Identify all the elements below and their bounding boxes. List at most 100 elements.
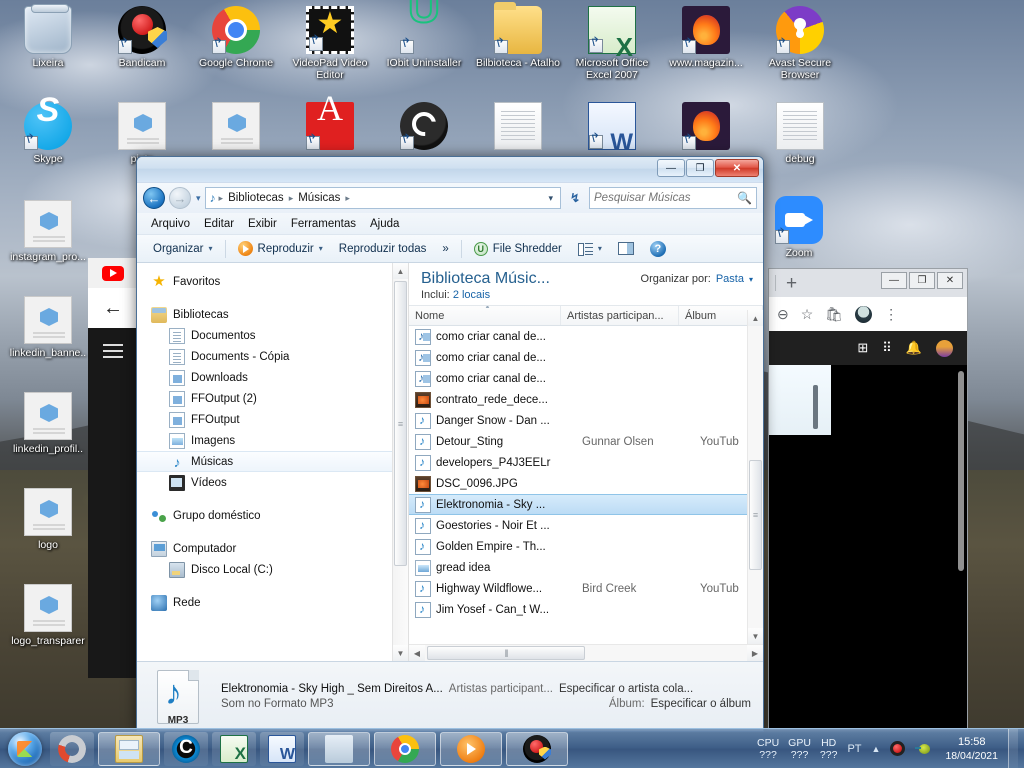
menu-item-editar[interactable]: Editar	[204, 218, 234, 230]
desktop-icon-zoom[interactable]: Zoom	[753, 196, 845, 259]
table-row[interactable]: como criar canal de...	[409, 326, 763, 347]
desktop-icon-row2-7[interactable]	[660, 102, 752, 153]
scroll-up-arrow-icon[interactable]: ▲	[748, 310, 763, 326]
menu-item-ferramentas[interactable]: Ferramentas	[291, 218, 356, 230]
language-indicator[interactable]: PT	[847, 743, 861, 755]
desktop-icon-videopad-video-editor[interactable]: VideoPad Video Editor	[284, 6, 376, 81]
windows-explorer-window[interactable]: — ❐ ✕ ← → ▾ ♪ ▸ Bibliotecas ▸ Músicas ▸ …	[136, 156, 764, 732]
scroll-right-arrow-icon[interactable]: ▶	[747, 645, 763, 661]
address-bar[interactable]: ♪ ▸ Bibliotecas ▸ Músicas ▸ ▾	[204, 187, 561, 209]
explorer-titlebar[interactable]: — ❐ ✕	[137, 157, 763, 183]
hamburger-menu-icon[interactable]	[88, 328, 138, 374]
desktop-icon-row2-6[interactable]	[566, 102, 658, 153]
file-list-scrollbar[interactable]: ▲ ▼	[747, 310, 763, 644]
word-taskbar-button[interactable]	[260, 731, 304, 766]
chrome-taskbar-button[interactable]	[374, 731, 436, 766]
sidebar-item-rede[interactable]: Rede	[137, 592, 408, 613]
sidebar-item-m-sicas[interactable]: ♪ Músicas	[137, 451, 408, 472]
search-input[interactable]	[594, 192, 738, 204]
sidebar-item-ffoutput[interactable]: FFOutput	[137, 409, 408, 430]
desktop-icon-instagram-pro[interactable]: instagram_pro...	[2, 200, 94, 263]
apps-grid-icon[interactable]: ⠿	[882, 340, 892, 356]
desktop-icon-row2-5[interactable]	[472, 102, 564, 153]
chevron-down-icon[interactable]: ▾	[749, 275, 753, 284]
desktop-icon-row2-8[interactable]: debug	[754, 102, 846, 165]
sidebar-item-favoritos[interactable]: ★ Favoritos	[137, 271, 408, 292]
back-icon[interactable]: ←	[88, 288, 138, 328]
show-hidden-icons-caret[interactable]: ▲	[872, 744, 881, 754]
organize-by-value[interactable]: Pasta	[716, 273, 744, 285]
scrollbar-thumb[interactable]	[394, 281, 407, 566]
organizar-button[interactable]: Organizar ▾	[145, 240, 221, 258]
forward-button[interactable]: →	[169, 187, 191, 209]
scroll-down-arrow-icon[interactable]: ▼	[393, 645, 408, 661]
desktop-icon-lixeira[interactable]: Lixeira	[2, 4, 94, 69]
breadcrumb-bibliotecas[interactable]: Bibliotecas	[226, 192, 286, 204]
table-row[interactable]: gread idea	[409, 557, 763, 578]
desktop-icon-row2-3[interactable]	[284, 102, 376, 153]
table-row[interactable]: DSC_0096.JPG	[409, 473, 763, 494]
bug-tray-icon[interactable]	[915, 742, 933, 756]
sidebar-item-disco-local[interactable]: Disco Local (C:)	[137, 559, 408, 580]
desktop-icon-linkedin-banne[interactable]: linkedin_banne..	[2, 296, 94, 359]
record-indicator-icon[interactable]	[890, 741, 906, 756]
profile-avatar-icon[interactable]	[855, 305, 873, 323]
breadcrumb-musicas[interactable]: Músicas	[296, 192, 342, 204]
navigation-pane-scrollbar[interactable]: ▲ ▼	[392, 263, 408, 661]
sidebar-item-grupo-domestico[interactable]: Grupo doméstico	[137, 505, 408, 526]
excel-taskbar-button[interactable]	[212, 731, 256, 766]
sidebar-item-downloads[interactable]: Downloads	[137, 367, 408, 388]
notifications-bell-icon[interactable]: 🔔	[906, 340, 922, 356]
desktop-icon-avast-secure-browser[interactable]: Avast Secure Browser	[754, 6, 846, 81]
youtube-window-strip[interactable]: ←	[88, 258, 138, 678]
bookmark-star-icon[interactable]: ☆	[801, 306, 814, 323]
sidebar-item-imagens[interactable]: Imagens	[137, 430, 408, 451]
account-avatar-icon[interactable]	[936, 339, 953, 357]
menu-item-exibir[interactable]: Exibir	[248, 218, 277, 230]
sidebar-item-documents-c-pia[interactable]: Documents - Cópia	[137, 346, 408, 367]
scroll-left-arrow-icon[interactable]: ◀	[409, 645, 425, 661]
clock[interactable]: 15:58 18/04/2021	[943, 735, 998, 763]
desktop-icon-iobit-uninstaller[interactable]: IObit Uninstaller	[378, 2, 470, 69]
maximize-button[interactable]: ❐	[686, 159, 714, 177]
scrollbar-thumb[interactable]	[749, 460, 762, 570]
scroll-down-arrow-icon[interactable]: ▼	[748, 628, 763, 644]
horizontal-scrollbar-thumb[interactable]	[427, 646, 585, 660]
table-row[interactable]: Goestories - Noir Et ...	[409, 515, 763, 536]
recent-pages-caret-icon[interactable]: ▾	[196, 193, 201, 204]
bandicam-taskbar-button[interactable]	[506, 731, 568, 766]
desktop-icon-row2-4[interactable]	[378, 102, 470, 153]
column-header-nome[interactable]: Nome	[409, 306, 561, 325]
toolbar-overflow-button[interactable]: »	[434, 240, 456, 258]
file-rows[interactable]: como criar canal de... como criar canal d…	[409, 326, 763, 644]
reproduzir-todas-button[interactable]: Reproduzir todas	[331, 240, 435, 258]
table-row[interactable]: como criar canal de...	[409, 347, 763, 368]
back-button[interactable]: ←	[143, 187, 165, 209]
file-list-horizontal-scrollbar[interactable]: ◀ ▶	[409, 644, 763, 661]
table-row[interactable]: developers_P4J3EELr	[409, 452, 763, 473]
minimize-button[interactable]: —	[657, 159, 685, 177]
create-video-icon[interactable]: ⊞	[857, 340, 868, 356]
preview-pane-button[interactable]	[610, 239, 642, 258]
file-shredder-button[interactable]: U File Shredder	[466, 239, 570, 259]
desktop-icon-bandicam[interactable]: Bandicam	[96, 6, 188, 69]
sidebar-item-documentos[interactable]: Documentos	[137, 325, 408, 346]
zoom-out-icon[interactable]: ⊖	[777, 306, 789, 323]
new-tab-button[interactable]: +	[786, 274, 797, 293]
refresh-button[interactable]: ↯	[565, 187, 585, 209]
close-button[interactable]: ✕	[715, 159, 759, 177]
desktop-icon-www-magazin[interactable]: www.magazin...	[660, 6, 752, 69]
search-box[interactable]: 🔍	[589, 187, 757, 209]
sidebar-item-ffoutput-2[interactable]: FFOutput (2)	[137, 388, 408, 409]
organize-by-control[interactable]: Organizar por: Pasta ▾	[641, 269, 753, 285]
desktop-icon-bilbioteca-atalho[interactable]: Bilbioteca - Atalho	[472, 2, 564, 69]
table-row[interactable]: Elektronomia - Sky ...	[409, 494, 763, 515]
chrome-browser-window[interactable]: + — ❐ ✕ ⊖ ☆ 🛍 ⋮ ⊞ ⠿ 🔔	[768, 268, 968, 730]
address-dropdown-caret-icon[interactable]: ▾	[548, 193, 556, 204]
table-row[interactable]: Danger Snow - Dan ...	[409, 410, 763, 431]
show-desktop-button[interactable]	[1008, 728, 1018, 768]
table-row[interactable]: Detour_StingGunnar OlsenYouTub	[409, 431, 763, 452]
media-player-taskbar-button[interactable]	[308, 731, 370, 766]
maximize-button[interactable]: ❐	[909, 272, 935, 289]
menu-item-ajuda[interactable]: Ajuda	[370, 218, 399, 230]
